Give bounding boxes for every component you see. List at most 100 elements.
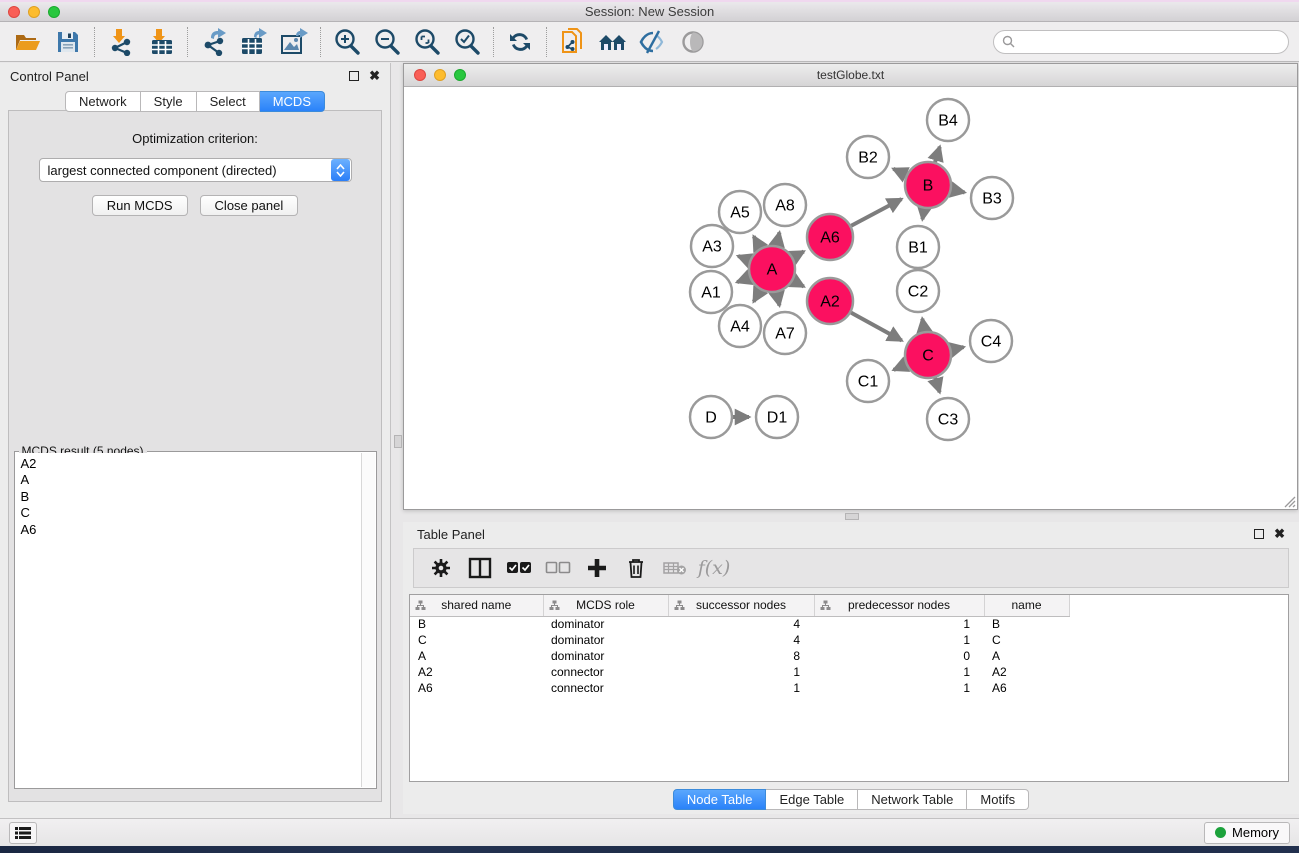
table-cell[interactable]: 4: [668, 632, 814, 648]
graph-edge-A-A7[interactable]: [777, 293, 780, 306]
network-close-button[interactable]: [414, 69, 426, 81]
table-cell[interactable]: 1: [814, 616, 984, 632]
splitter-handle[interactable]: [845, 513, 859, 520]
hide-graphics-details-icon[interactable]: [636, 26, 670, 58]
graph-edge-A-A3[interactable]: [738, 256, 749, 260]
graph-edge-B-B1[interactable]: [922, 209, 924, 220]
delete-column-icon[interactable]: [621, 553, 651, 583]
graph-edge-C-C3[interactable]: [935, 378, 939, 392]
graph-edge-A-A1[interactable]: [737, 277, 749, 282]
network-minimize-button[interactable]: [434, 69, 446, 81]
mcds-list-scrollbar[interactable]: [361, 453, 375, 787]
graph-edge-C-C1[interactable]: [894, 365, 906, 370]
first-neighbors-icon[interactable]: [596, 26, 630, 58]
table-cell[interactable]: A2: [410, 664, 543, 680]
table-cell[interactable]: A: [984, 648, 1069, 664]
table-cell[interactable]: 1: [668, 680, 814, 696]
graph-node-A5[interactable]: A5: [719, 191, 761, 233]
refresh-styles-icon[interactable]: [503, 26, 537, 58]
zoom-out-icon[interactable]: [370, 26, 404, 58]
minimize-window-button[interactable]: [28, 6, 40, 18]
close-panel-icon[interactable]: ✖: [369, 71, 380, 81]
tab-select[interactable]: Select: [197, 91, 260, 112]
run-mcds-button[interactable]: Run MCDS: [92, 195, 188, 216]
graph-node-B1[interactable]: B1: [897, 226, 939, 268]
export-network-icon[interactable]: [197, 26, 231, 58]
graph-edge-A-A5[interactable]: [754, 236, 761, 248]
graph-edge-B-B2[interactable]: [893, 169, 906, 175]
tab-network[interactable]: Network: [65, 91, 141, 112]
table-cell[interactable]: A6: [984, 680, 1069, 696]
table-row[interactable]: Bdominator41B: [410, 616, 1069, 632]
graph-edge-C-C2[interactable]: [922, 319, 924, 332]
table-cell[interactable]: 1: [814, 664, 984, 680]
close-window-button[interactable]: [8, 6, 20, 18]
graph-edge-B-B4[interactable]: [935, 147, 940, 162]
table-row[interactable]: Cdominator41C: [410, 632, 1069, 648]
graph-node-A4[interactable]: A4: [719, 305, 761, 347]
graph-edge-A-A6[interactable]: [793, 251, 804, 257]
graph-edge-A6-B[interactable]: [851, 199, 901, 226]
tab-network-table[interactable]: Network Table: [858, 789, 967, 810]
graph-edge-A-A8[interactable]: [777, 232, 780, 245]
network-window-titlebar[interactable]: testGlobe.txt: [404, 64, 1297, 87]
float-panel-icon[interactable]: [349, 71, 359, 81]
graph-node-A[interactable]: A: [749, 246, 795, 292]
close-table-panel-icon[interactable]: ✖: [1274, 529, 1285, 539]
graph-node-B[interactable]: B: [905, 162, 951, 208]
show-graphics-details-icon[interactable]: [676, 26, 710, 58]
graph-edge-B-B3[interactable]: [952, 190, 965, 193]
graph-edge-C-C4[interactable]: [951, 347, 963, 350]
graph-node-B3[interactable]: B3: [971, 177, 1013, 219]
zoom-window-button[interactable]: [48, 6, 60, 18]
table-cell[interactable]: 1: [668, 664, 814, 680]
criterion-dropdown[interactable]: largest connected component (directed): [39, 158, 352, 182]
tab-mcds[interactable]: MCDS: [260, 91, 325, 112]
column-header-successor-nodes[interactable]: successor nodes: [668, 595, 814, 616]
column-header-shared-name[interactable]: shared name: [410, 595, 543, 616]
network-canvas[interactable]: AA1A2A3A4A5A6A7A8BB1B2B3B4CC1C2C3C4DD1: [404, 87, 1297, 509]
graph-node-C2[interactable]: C2: [897, 270, 939, 312]
show-column-icon[interactable]: [465, 553, 495, 583]
search-field[interactable]: [993, 30, 1289, 54]
table-cell[interactable]: dominator: [543, 632, 668, 648]
graph-edge-A-A4[interactable]: [754, 290, 761, 302]
table-row[interactable]: A2connector11A2: [410, 664, 1069, 680]
graph-node-A7[interactable]: A7: [764, 312, 806, 354]
select-all-icon[interactable]: [504, 553, 534, 583]
table-cell[interactable]: dominator: [543, 648, 668, 664]
graph-node-C4[interactable]: C4: [970, 320, 1012, 362]
import-table-icon[interactable]: [144, 26, 178, 58]
graph-node-A8[interactable]: A8: [764, 184, 806, 226]
table-cell[interactable]: C: [984, 632, 1069, 648]
close-panel-button[interactable]: Close panel: [200, 195, 299, 216]
table-cell[interactable]: 1: [814, 632, 984, 648]
table-cell[interactable]: connector: [543, 664, 668, 680]
table-cell[interactable]: 8: [668, 648, 814, 664]
search-input[interactable]: [1020, 35, 1280, 49]
column-header-name[interactable]: name: [984, 595, 1069, 616]
splitter-handle[interactable]: [394, 435, 402, 448]
tab-motifs[interactable]: Motifs: [967, 789, 1029, 810]
column-header-mcds-role[interactable]: MCDS role: [543, 595, 668, 616]
zoom-fit-icon[interactable]: [410, 26, 444, 58]
export-table-icon[interactable]: [237, 26, 271, 58]
table-cell[interactable]: B: [410, 616, 543, 632]
graph-node-D1[interactable]: D1: [756, 396, 798, 438]
table-cell[interactable]: C: [410, 632, 543, 648]
graph-node-A3[interactable]: A3: [691, 225, 733, 267]
graph-node-A1[interactable]: A1: [690, 271, 732, 313]
open-session-icon[interactable]: [11, 26, 45, 58]
mcds-result-item[interactable]: B: [16, 489, 361, 505]
graph-node-D[interactable]: D: [690, 396, 732, 438]
graph-node-C1[interactable]: C1: [847, 360, 889, 402]
table-cell[interactable]: 4: [668, 616, 814, 632]
graph-node-C[interactable]: C: [905, 332, 951, 378]
resize-grip-icon[interactable]: [1283, 495, 1296, 508]
zoom-in-icon[interactable]: [330, 26, 364, 58]
import-network-icon[interactable]: [104, 26, 138, 58]
mcds-result-item[interactable]: A2: [16, 456, 361, 472]
export-image-icon[interactable]: [277, 26, 311, 58]
table-row[interactable]: A6connector11A6: [410, 680, 1069, 696]
column-header-predecessor-nodes[interactable]: predecessor nodes: [814, 595, 984, 616]
